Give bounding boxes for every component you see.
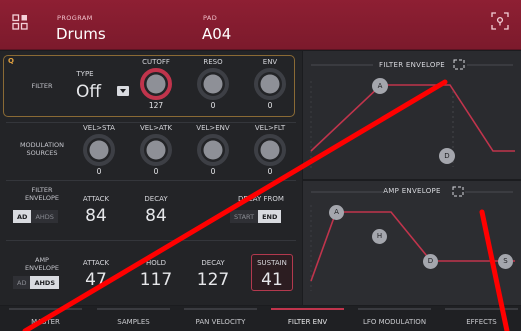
amp-sustain-label: SUSTAIN xyxy=(257,259,287,267)
pad-selector[interactable]: A04 xyxy=(202,25,231,43)
grid-menu-icon[interactable] xyxy=(12,14,28,30)
vel-env-knob[interactable] xyxy=(195,132,231,168)
tab-filter-env[interactable]: FILTER ENV xyxy=(265,306,350,331)
amp-hold-label: HOLD xyxy=(145,259,167,267)
vel-flt-label: VEL>FLT xyxy=(254,124,286,132)
decay-point-handle[interactable]: D xyxy=(439,148,455,164)
amp-decay-value[interactable]: 127 xyxy=(185,270,241,290)
attack-point-handle[interactable]: A xyxy=(372,78,388,94)
divider xyxy=(6,122,296,123)
modulation-row-label: MODULATION SOURCES xyxy=(19,141,65,157)
tab-bar: MASTER SAMPLES PAN VELOCITY FILTER ENV L… xyxy=(0,306,521,331)
env-label: ENV xyxy=(262,58,278,66)
tab-lfo-modulation[interactable]: LFO MODULATION xyxy=(352,306,437,331)
amp-envelope-row-label: AMP ENVELOPE xyxy=(24,256,60,272)
q-link-badge: Q xyxy=(8,57,14,65)
decay-from-end-option[interactable]: END xyxy=(258,210,282,223)
vel-sta-knob[interactable] xyxy=(81,132,117,168)
mode-ad-option[interactable]: AD xyxy=(13,210,32,223)
env-knob[interactable] xyxy=(252,66,288,102)
reso-knob[interactable] xyxy=(195,66,231,102)
sustain-point-handle[interactable]: S xyxy=(498,254,513,269)
decay-from-start-option[interactable]: START xyxy=(230,210,259,223)
vel-env-label: VEL>ENV xyxy=(196,124,230,132)
attack-point-handle[interactable]: A xyxy=(329,205,344,220)
vel-env-value: 0 xyxy=(210,167,216,176)
reso-value: 0 xyxy=(210,101,216,110)
pad-locate-icon[interactable] xyxy=(491,12,509,30)
chevron-down-icon[interactable] xyxy=(117,86,129,96)
filter-envelope-curve xyxy=(310,59,515,171)
tab-master[interactable]: MASTER xyxy=(3,306,88,331)
filter-type-value[interactable]: Off xyxy=(76,82,101,102)
amp-decay-label: DECAY xyxy=(201,259,225,267)
filter-attack-label: ATTACK xyxy=(82,195,110,203)
tab-effects[interactable]: EFFECTS xyxy=(439,306,521,331)
vel-flt-value: 0 xyxy=(267,167,273,176)
amp-envelope-curve xyxy=(310,186,515,291)
vel-flt-knob[interactable] xyxy=(252,132,288,168)
header-bar: PROGRAM Drums PAD A04 xyxy=(0,0,521,50)
cutoff-knob[interactable] xyxy=(138,66,174,102)
filter-env-mode-toggle[interactable]: AD AHDS xyxy=(13,210,58,223)
vel-sta-value: 0 xyxy=(96,167,102,176)
amp-envelope-graph[interactable]: AMP ENVELOPE A H D S xyxy=(303,181,521,305)
program-selector[interactable]: Drums xyxy=(56,25,106,43)
program-label: PROGRAM xyxy=(57,14,93,22)
filter-decay-value[interactable]: 84 xyxy=(128,206,184,226)
decay-from-label: DECAY FROM xyxy=(238,195,284,203)
mode-ahds-option[interactable]: AHDS xyxy=(31,210,58,223)
amp-attack-value[interactable]: 47 xyxy=(68,270,124,290)
cutoff-value: 127 xyxy=(148,101,164,110)
filter-row-label: FILTER xyxy=(31,82,53,90)
filter-envelope-graph[interactable]: FILTER ENVELOPE A D xyxy=(303,51,521,179)
pad-label: PAD xyxy=(203,14,218,22)
filter-envelope-row-label: FILTER ENVELOPE xyxy=(24,186,60,202)
filter-attack-value[interactable]: 84 xyxy=(68,206,124,226)
type-label: TYPE xyxy=(76,70,94,78)
vel-sta-label: VEL>STA xyxy=(83,124,115,132)
divider xyxy=(6,240,296,241)
vel-atk-value: 0 xyxy=(153,167,159,176)
tab-pan-velocity[interactable]: PAN VELOCITY xyxy=(178,306,263,331)
cutoff-label: CUTOFF xyxy=(142,58,170,66)
filter-decay-label: DECAY xyxy=(144,195,168,203)
hold-point-handle[interactable]: H xyxy=(372,229,387,244)
reso-label: RESO xyxy=(203,58,223,66)
divider xyxy=(6,180,296,181)
decay-point-handle[interactable]: D xyxy=(423,254,438,269)
amp-attack-label: ATTACK xyxy=(82,259,110,267)
vel-atk-knob[interactable] xyxy=(138,132,174,168)
amp-env-mode-toggle[interactable]: AD AHDS xyxy=(13,276,60,289)
tab-samples[interactable]: SAMPLES xyxy=(91,306,176,331)
env-value: 0 xyxy=(267,101,273,110)
amp-hold-value[interactable]: 117 xyxy=(128,270,184,290)
decay-from-toggle[interactable]: START END xyxy=(230,210,282,223)
amp-sustain-value[interactable]: 41 xyxy=(244,270,300,290)
mode-ahds-option[interactable]: AHDS xyxy=(30,276,60,289)
mode-ad-option[interactable]: AD xyxy=(13,276,31,289)
vel-atk-label: VEL>ATK xyxy=(139,124,173,132)
